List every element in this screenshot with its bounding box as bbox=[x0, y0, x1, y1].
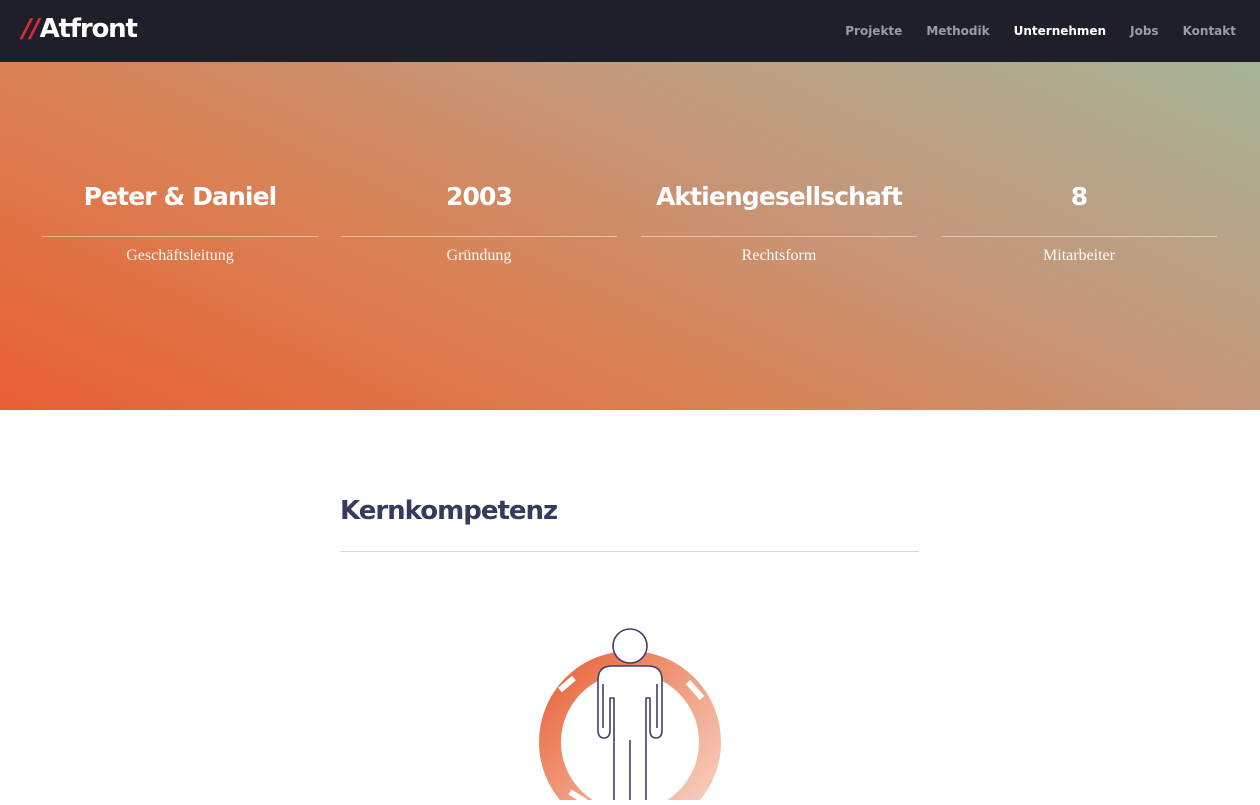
atfront-logo[interactable]: // Atfront bbox=[22, 14, 138, 46]
nav-item-jobs[interactable]: Jobs bbox=[1130, 24, 1158, 38]
stat-divider bbox=[941, 236, 1217, 237]
top-navigation-bar: // Atfront Projekte Methodik Unternehmen… bbox=[0, 0, 1260, 62]
nav-item-methodik[interactable]: Methodik bbox=[926, 24, 989, 38]
section-divider bbox=[340, 551, 919, 552]
company-facts-hero: Peter & Daniel Geschäftsleitung 2003 Grü… bbox=[0, 62, 1260, 410]
logo-slashes: // bbox=[22, 14, 40, 44]
stat-value: 8 bbox=[1070, 182, 1088, 211]
stat-value: 2003 bbox=[446, 182, 513, 211]
stat-label: Geschäftsleitung bbox=[126, 247, 234, 264]
stat-label: Rechtsform bbox=[741, 247, 817, 264]
nav-item-kontakt[interactable]: Kontakt bbox=[1183, 24, 1236, 38]
stat-label: Gründung bbox=[446, 247, 512, 264]
stat-divider bbox=[341, 236, 617, 237]
main-nav: Projekte Methodik Unternehmen Jobs Konta… bbox=[845, 0, 1236, 62]
stat-value: Aktiengesellschaft bbox=[655, 182, 903, 211]
nav-item-unternehmen[interactable]: Unternehmen bbox=[1014, 24, 1107, 38]
stat-label: Mitarbeiter bbox=[1043, 247, 1115, 264]
stat-value: Peter & Daniel bbox=[83, 182, 278, 211]
section-title: Kernkompetenz bbox=[340, 496, 558, 526]
nav-item-projekte[interactable]: Projekte bbox=[845, 24, 902, 38]
stat-divider bbox=[42, 236, 318, 237]
logo-text: Atfront bbox=[39, 14, 138, 44]
person-circle-icon bbox=[539, 628, 721, 805]
core-competence-illustration bbox=[530, 620, 730, 805]
stat-divider bbox=[641, 236, 917, 237]
